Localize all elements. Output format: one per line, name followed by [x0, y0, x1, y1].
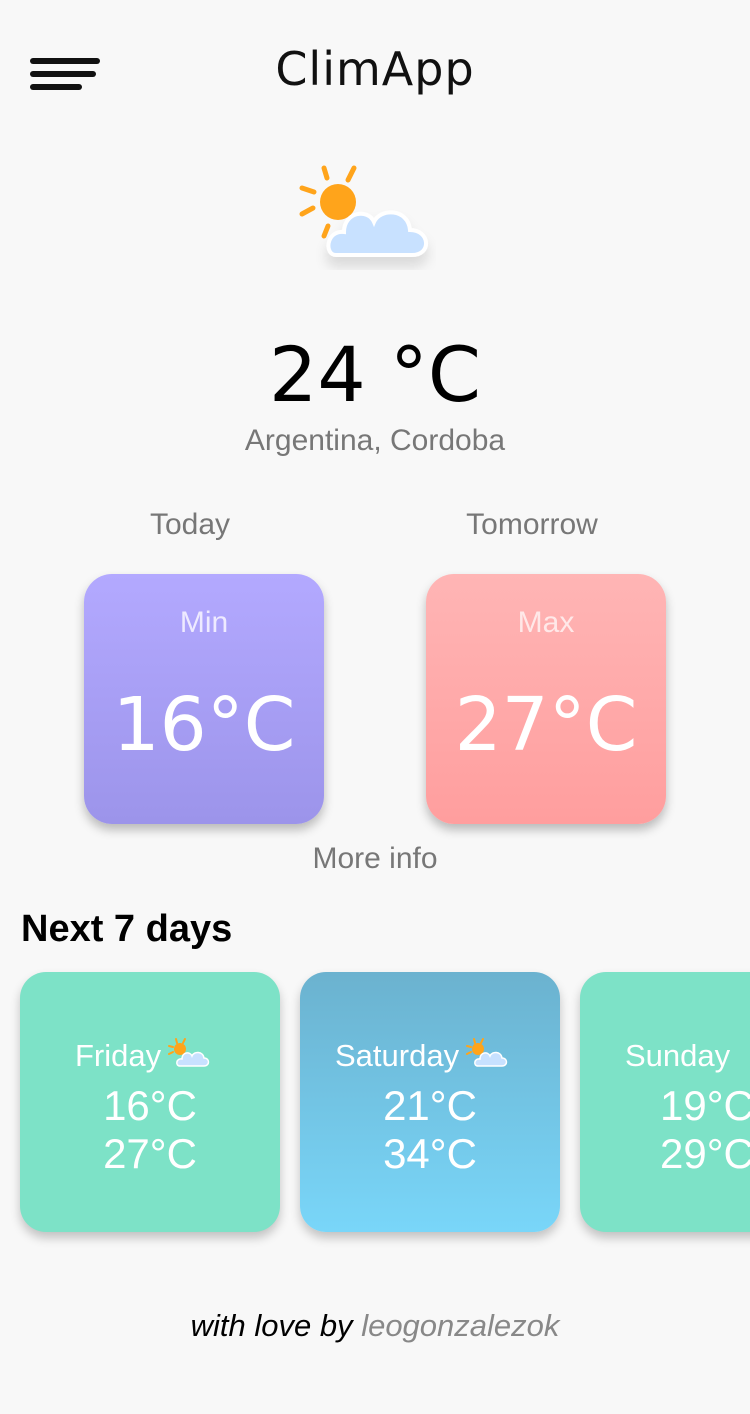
day-name: Friday [75, 1038, 162, 1073]
day-min-temp: 21°C [383, 1082, 477, 1129]
max-label: Max [517, 606, 575, 639]
app-title: ClimApp [275, 42, 475, 96]
forecast-title: Next 7 days [21, 908, 233, 950]
min-label: Min [179, 606, 229, 639]
day-max-temp: 27°C [103, 1130, 197, 1177]
more-info-link[interactable]: More info [0, 842, 750, 876]
forecast-day-card[interactable]: Sunday 19°C 29°C [580, 972, 750, 1232]
footer-credit: with love by leogonzalezok [0, 1308, 750, 1344]
forecast-day-card[interactable]: Friday 16°C 27°C [20, 972, 280, 1232]
current-temperature: 24 °C [269, 330, 481, 419]
forecast-day-card[interactable]: Saturday 21°C 34°C [300, 972, 560, 1232]
partly-cloudy-icon [168, 1038, 210, 1067]
tomorrow-label: Tomorrow [466, 508, 598, 541]
day-name: Sunday [625, 1038, 731, 1073]
day-name: Saturday [335, 1038, 460, 1073]
day-min-temp: 19°C [660, 1082, 750, 1129]
day-max-temp: 34°C [383, 1130, 477, 1177]
min-value: 16°C [112, 682, 296, 768]
partly-cloudy-icon [466, 1038, 508, 1067]
author-link[interactable]: leogonzalezok [361, 1308, 559, 1343]
location-label: Argentina, Cordoba [244, 424, 506, 457]
day-max-temp: 29°C [660, 1130, 750, 1177]
max-temperature-card: Max 27°C [426, 574, 666, 824]
footer-prefix: with love by [190, 1308, 353, 1343]
partly-cloudy-icon [299, 165, 428, 257]
max-value: 27°C [454, 682, 638, 768]
weather-app-screen: ClimApp 24 °C Argentina, Cordoba Today T… [0, 0, 750, 1414]
day-min-temp: 16°C [103, 1082, 197, 1129]
today-label: Today [149, 508, 231, 541]
min-temperature-card: Min 16°C [84, 574, 324, 824]
